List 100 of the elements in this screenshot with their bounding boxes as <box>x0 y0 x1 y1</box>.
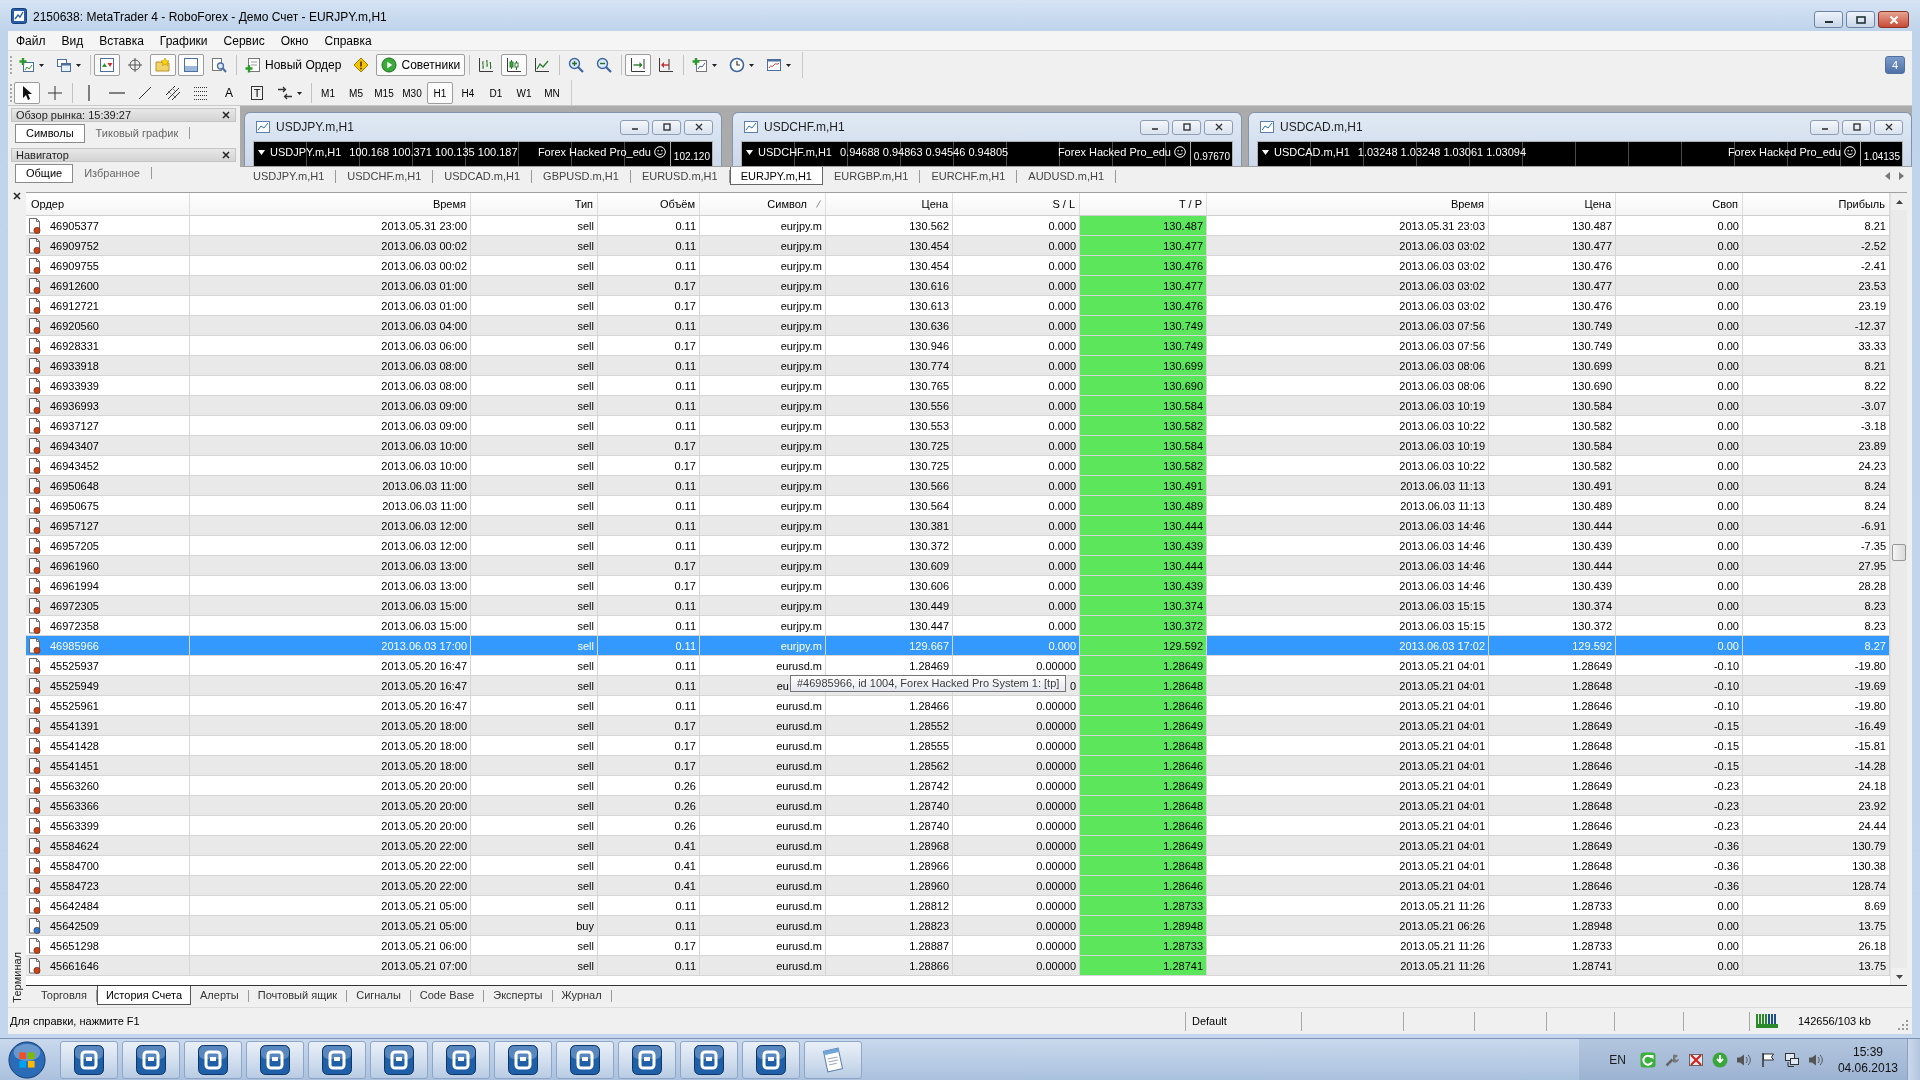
period-button[interactable]: W1 <box>511 82 537 104</box>
chart-tab[interactable]: USDJPY.m,H1 <box>242 167 336 185</box>
chart-tab[interactable]: EURJPY.m,H1 <box>729 167 823 185</box>
market-watch-button[interactable] <box>94 54 120 76</box>
messages-button[interactable]: 4 <box>1885 56 1905 74</box>
text-tool-button[interactable]: A <box>216 82 242 104</box>
tab[interactable]: Эксперты <box>484 986 552 1005</box>
language-indicator[interactable]: EN <box>1609 1052 1626 1067</box>
chart-tab[interactable]: EURCHF.m,H1 <box>920 167 1017 185</box>
maximize-button[interactable] <box>652 119 681 135</box>
menu-item[interactable]: Справка <box>316 31 380 50</box>
taskbar-button[interactable] <box>370 1040 428 1079</box>
scroll-down-button[interactable] <box>1891 968 1907 985</box>
close-button[interactable] <box>1874 119 1903 135</box>
table-row[interactable]: 46957127 2013.06.03 12:00 sell 0.11 eurjpy.m 130.381 0.000 130.444 2013.06.03 14:46 130.444 0.00 -6.91 <box>26 516 1890 536</box>
refresh-icon[interactable] <box>1639 1051 1656 1068</box>
chart-tab[interactable]: EURUSD.m,H1 <box>630 167 729 185</box>
flag-icon[interactable] <box>1759 1051 1776 1068</box>
period-button[interactable]: D1 <box>483 82 509 104</box>
period-button[interactable]: M30 <box>399 82 425 104</box>
period-button[interactable]: H4 <box>455 82 481 104</box>
column-header[interactable]: Время <box>1207 193 1489 215</box>
scrollbar[interactable] <box>1890 193 1907 985</box>
table-row[interactable]: 45563366 2013.05.20 20:00 sell 0.26 eurusd.m 1.28740 0.00000 1.28648 2013.05.21 04:01 1.28648 -0.23 23.92 <box>26 796 1890 816</box>
taskbar-button[interactable] <box>494 1040 552 1079</box>
table-row[interactable]: 46933918 2013.06.03 08:00 sell 0.11 eurjpy.m 130.774 0.000 130.699 2013.06.03 08:06 130.699 0.00 8.21 <box>26 356 1890 376</box>
new-order-button[interactable]: Новый Ордер <box>240 54 347 76</box>
close-button[interactable] <box>1204 119 1233 135</box>
tab[interactable]: Алерты <box>191 986 248 1005</box>
column-header[interactable]: Время <box>190 193 471 215</box>
period-button[interactable]: M15 <box>371 82 397 104</box>
taskbar-button[interactable] <box>618 1040 676 1079</box>
table-row[interactable]: 46961960 2013.06.03 13:00 sell 0.17 eurjpy.m 130.609 0.000 130.444 2013.06.03 14:46 130.444 0.00 27.95 <box>26 556 1890 576</box>
table-row[interactable]: 46912600 2013.06.03 01:00 sell 0.17 eurjpy.m 130.616 0.000 130.477 2013.06.03 03:02 130.477 0.00 23.53 <box>26 276 1890 296</box>
menu-item[interactable]: Вид <box>53 31 92 50</box>
table-row[interactable]: 46943407 2013.06.03 10:00 sell 0.17 eurjpy.m 130.725 0.000 130.584 2013.06.03 10:19 130.584 0.00 23.89 <box>26 436 1890 456</box>
period-button[interactable]: M1 <box>315 82 341 104</box>
close-button[interactable] <box>1878 11 1909 28</box>
scroll-up-button[interactable] <box>1891 193 1907 210</box>
tab[interactable]: Избранное <box>73 163 151 183</box>
tab[interactable]: Символы <box>15 123 85 143</box>
taskbar-button[interactable] <box>60 1040 118 1079</box>
column-header[interactable]: Цена <box>1489 193 1616 215</box>
column-header[interactable]: Тип <box>471 193 598 215</box>
taskbar-button[interactable] <box>184 1040 242 1079</box>
menu-item[interactable]: Файл <box>8 31 54 50</box>
column-header[interactable]: Символ <box>700 193 826 215</box>
download-circle-icon[interactable] <box>1711 1051 1728 1068</box>
table-row[interactable]: 46985966 2013.06.03 17:00 sell 0.11 eurjpy.m 129.667 0.000 129.592 2013.06.03 17:02 129.592 0.00 8.27 <box>26 636 1890 656</box>
navigator-button[interactable] <box>150 54 176 76</box>
minimize-button[interactable] <box>1140 119 1169 135</box>
maximize-button[interactable] <box>1846 11 1875 28</box>
tab[interactable]: История Счета <box>96 986 191 1005</box>
tab[interactable]: Почтовый ящик <box>248 986 347 1005</box>
close-icon[interactable] <box>222 151 230 159</box>
column-header[interactable]: T / P <box>1080 193 1207 215</box>
chart-tab[interactable]: EURGBP.m,H1 <box>823 167 920 185</box>
maximize-button[interactable] <box>1172 119 1201 135</box>
chart-tab[interactable]: AUDUSD.m,H1 <box>1017 167 1116 185</box>
table-row[interactable]: 46972305 2013.06.03 15:00 sell 0.11 eurjpy.m 130.449 0.000 130.374 2013.06.03 15:15 130.374 0.00 8.23 <box>26 596 1890 616</box>
resize-grip-icon[interactable] <box>1897 1019 1909 1031</box>
minimize-button[interactable] <box>1814 11 1843 28</box>
close-icon[interactable] <box>13 192 21 200</box>
table-row[interactable]: 45584624 2013.05.20 22:00 sell 0.41 eurusd.m 1.28968 0.00000 1.28649 2013.05.21 04:01 1.28649 -0.36 130.79 <box>26 836 1890 856</box>
column-header[interactable]: S / L <box>953 193 1080 215</box>
table-row[interactable]: 46950648 2013.06.03 11:00 sell 0.11 eurjpy.m 130.566 0.000 130.491 2013.06.03 11:13 130.491 0.00 8.24 <box>26 476 1890 496</box>
triangle-down-icon[interactable] <box>746 149 753 155</box>
column-header[interactable]: Объём <box>598 193 700 215</box>
minimize-button[interactable] <box>1810 119 1839 135</box>
column-header[interactable]: Своп <box>1616 193 1743 215</box>
table-row[interactable]: 46936993 2013.06.03 09:00 sell 0.11 eurjpy.m 130.556 0.000 130.584 2013.06.03 10:19 130.584 0.00 -3.07 <box>26 396 1890 416</box>
experts-button[interactable]: Советники <box>376 54 466 76</box>
tab[interactable]: Тиковый график <box>84 123 190 143</box>
column-header[interactable]: Ордер <box>26 193 190 215</box>
network-icon[interactable] <box>1783 1051 1800 1068</box>
candlestick-button[interactable] <box>501 54 528 76</box>
scroll-thumb[interactable] <box>1892 544 1906 561</box>
tab[interactable]: Торговля <box>32 986 96 1005</box>
column-header[interactable]: Прибыль <box>1743 193 1890 215</box>
autoscroll-button[interactable] <box>625 54 652 76</box>
period-button[interactable]: MN <box>539 82 565 104</box>
right-arrow-icon[interactable] <box>1899 172 1904 180</box>
start-button[interactable] <box>8 1040 46 1079</box>
menu-item[interactable]: Окно <box>272 31 317 50</box>
triangle-down-icon[interactable] <box>1262 149 1269 155</box>
wrench-icon[interactable] <box>1663 1051 1680 1068</box>
menu-item[interactable]: Графики <box>151 31 216 50</box>
taskbar-button[interactable] <box>246 1040 304 1079</box>
column-header[interactable]: Цена <box>826 193 953 215</box>
terminal-button[interactable] <box>178 54 204 76</box>
table-row[interactable]: 45541451 2013.05.20 18:00 sell 0.17 eurusd.m 1.28562 0.00000 1.28646 2013.05.21 04:01 1.28646 -0.15 -14.28 <box>26 756 1890 776</box>
chart-tab[interactable]: USDCAD.m,H1 <box>433 167 532 185</box>
maximize-button[interactable] <box>1842 119 1871 135</box>
chart-tab[interactable]: GBPUSD.m,H1 <box>532 167 630 185</box>
table-row[interactable]: 45584723 2013.05.20 22:00 sell 0.41 eurusd.m 1.28960 0.00000 1.28646 2013.05.21 04:01 1.28646 -0.36 128.74 <box>26 876 1890 896</box>
menu-item[interactable]: Сервис <box>215 31 273 50</box>
taskbar-button[interactable] <box>122 1040 180 1079</box>
minimize-button[interactable] <box>620 119 649 135</box>
taskbar-button[interactable] <box>742 1040 800 1079</box>
taskbar-button[interactable] <box>432 1040 490 1079</box>
